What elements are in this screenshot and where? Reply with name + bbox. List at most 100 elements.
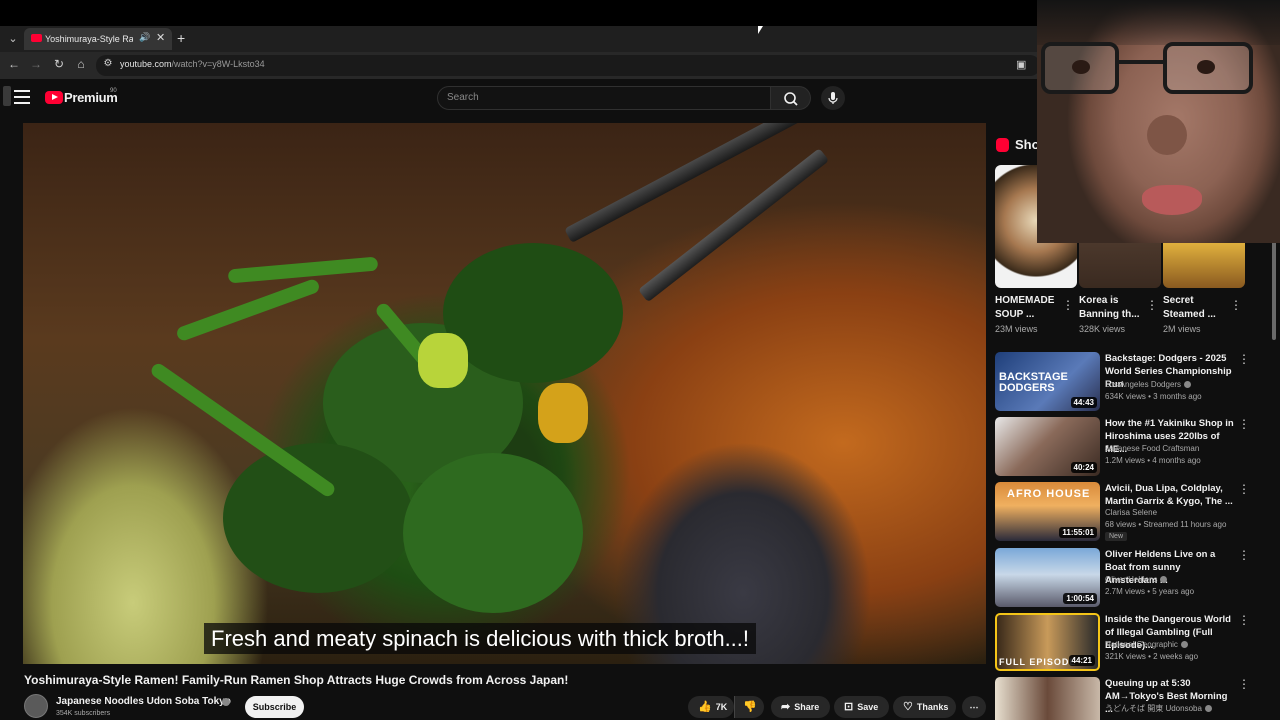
verified-icon <box>1180 641 1188 649</box>
dislike-button[interactable]: 👎 <box>734 696 764 718</box>
video-meta: 2.7M views • 5 years ago <box>1105 587 1195 596</box>
back-icon[interactable]: ← <box>6 57 22 71</box>
video-thumbnail[interactable]: BACKSTAGE DODGERS 44:43 <box>995 352 1100 411</box>
channel-link[interactable]: Japanese Food Craftsman <box>1105 444 1199 453</box>
youtube-favicon-icon <box>31 34 42 42</box>
audio-icon[interactable]: 🔊 <box>139 32 150 43</box>
search-icon <box>784 92 798 106</box>
mic-icon <box>828 92 838 104</box>
voice-search-button[interactable] <box>821 86 845 110</box>
thumbnail-text: FULL EPISODE <box>999 657 1077 667</box>
thumbs-down-icon: 👎 <box>743 701 757 713</box>
duration-badge: 11:55:01 <box>1059 527 1097 538</box>
short-views: 328K views <box>1079 324 1126 334</box>
video-thumbnail[interactable]: 1:00:54 <box>995 548 1100 607</box>
thumbnail-text: AFRO HOUSE <box>1007 488 1091 500</box>
video-thumbnail[interactable]: FULL EPISODE 44:21 <box>995 613 1100 671</box>
share-icon: ➦ <box>781 701 791 713</box>
verified-icon <box>1160 576 1168 584</box>
verified-icon <box>1184 381 1192 389</box>
hair <box>1037 0 1280 45</box>
new-tab-icon[interactable]: + <box>177 30 185 46</box>
more-vert-icon[interactable]: ⋮ <box>1238 352 1250 366</box>
verified-icon <box>1204 705 1212 713</box>
reload-icon[interactable]: ↻ <box>51 57 67 71</box>
close-icon[interactable]: ✕ <box>156 31 165 44</box>
save-button[interactable]: ⊡ Save <box>834 696 889 718</box>
shorts-icon <box>996 138 1009 152</box>
spinach-leaf <box>443 243 623 383</box>
channel-name[interactable]: Japanese Noodles Udon Soba Tokyo <box>56 696 231 707</box>
more-vert-icon[interactable]: ⋮ <box>1238 417 1250 431</box>
video-meta: 634K views • 3 months ago <box>1105 392 1202 401</box>
video-caption: Fresh and meaty spinach is delicious wit… <box>204 623 757 654</box>
nose <box>1147 115 1187 155</box>
hamburger-menu-icon[interactable] <box>14 90 30 104</box>
more-vert-icon[interactable]: ⋮ <box>1230 298 1242 312</box>
video-thumbnail[interactable]: AFRO HOUSE 11:55:01 <box>995 482 1100 541</box>
video-meta: 321K views • 2 weeks ago <box>1105 652 1199 661</box>
eye <box>1197 60 1215 74</box>
forward-icon[interactable]: → <box>28 57 44 71</box>
chopstick <box>638 148 830 303</box>
duration-badge: 40:24 <box>1070 462 1097 473</box>
short-title[interactable]: Korea is Banning th... <box>1079 294 1143 322</box>
thanks-button[interactable]: ♡ Thanks <box>893 696 956 718</box>
share-button[interactable]: ➦ Share <box>771 696 830 718</box>
yellow-leaf <box>538 383 588 443</box>
more-vert-icon[interactable]: ⋮ <box>1238 482 1250 496</box>
tab-list-icon[interactable]: ⌄ <box>4 31 22 47</box>
share-label: Share <box>794 702 820 712</box>
search-input[interactable] <box>437 86 771 110</box>
save-label: Save <box>857 702 879 712</box>
channel-link[interactable]: うどんそば 開東 Udonsoba <box>1105 703 1212 714</box>
mouth <box>1142 185 1202 215</box>
spinach-stem <box>227 256 379 284</box>
video-meta: 68 views • Streamed 11 hours ago <box>1105 520 1227 529</box>
url-text[interactable]: youtube.com/watch?v=y8W-Lksto34 <box>120 59 265 69</box>
video-title-link[interactable]: Avicii, Dua Lipa, Coldplay, Martin Garri… <box>1105 482 1235 508</box>
duration-badge: 44:21 <box>1068 655 1095 666</box>
logo-superscript: 90 <box>110 88 117 94</box>
thumbnail-text: BACKSTAGE DODGERS <box>999 371 1068 394</box>
tab-title: Yoshimuraya-Style Ramen! <box>45 34 133 44</box>
more-vert-icon[interactable]: ⋮ <box>1238 613 1250 627</box>
subscribe-button[interactable]: Subscribe <box>245 696 304 718</box>
like-count: 7K <box>715 702 728 712</box>
new-badge: New <box>1105 532 1128 541</box>
short-title[interactable]: Secret Steamed ... <box>1163 294 1227 322</box>
cast-icon[interactable]: ▣ <box>1016 58 1026 71</box>
channel-avatar[interactable] <box>24 694 48 718</box>
glasses-bridge <box>1119 60 1163 64</box>
more-vert-icon[interactable]: ⋮ <box>1238 548 1250 562</box>
short-title[interactable]: HOMEMADE SOUP ... <box>995 294 1059 322</box>
more-vert-icon[interactable]: ⋮ <box>1062 298 1074 312</box>
search-button[interactable] <box>771 86 811 110</box>
duration-badge: 44:43 <box>1070 397 1097 408</box>
more-actions-button[interactable]: ⋯ <box>962 696 986 718</box>
video-thumbnail[interactable] <box>995 677 1100 720</box>
verified-icon <box>222 698 230 706</box>
spinach-stem <box>175 277 321 343</box>
video-thumbnail[interactable]: 40:24 <box>995 417 1100 476</box>
video-title: Yoshimuraya-Style Ramen! Family-Run Rame… <box>24 673 569 687</box>
more-vert-icon[interactable]: ⋮ <box>1146 298 1158 312</box>
chopstick <box>564 123 802 244</box>
channel-link[interactable]: Clarisa Selene <box>1105 508 1157 517</box>
more-vert-icon[interactable]: ⋮ <box>1238 677 1250 691</box>
site-info-icon[interactable]: ⚙ <box>100 58 116 69</box>
short-views: 2M views <box>1163 324 1201 334</box>
channel-link[interactable]: Oliver Heldens <box>1105 575 1168 584</box>
more-icon: ⋯ <box>969 702 979 712</box>
side-handle <box>3 86 11 106</box>
home-icon[interactable]: ⌂ <box>73 57 89 71</box>
like-button[interactable]: 👍 7K <box>688 696 734 718</box>
video-player[interactable] <box>23 123 986 664</box>
channel-link[interactable]: National Geographic <box>1105 640 1188 649</box>
channel-link[interactable]: Los Angeles Dodgers <box>1105 380 1192 389</box>
search-placeholder: Search <box>447 92 479 103</box>
yellow-leaf <box>418 333 468 388</box>
spinach-leaf <box>223 443 413 593</box>
duration-badge: 1:00:54 <box>1063 593 1097 604</box>
bookmark-icon: ⊡ <box>844 701 854 713</box>
